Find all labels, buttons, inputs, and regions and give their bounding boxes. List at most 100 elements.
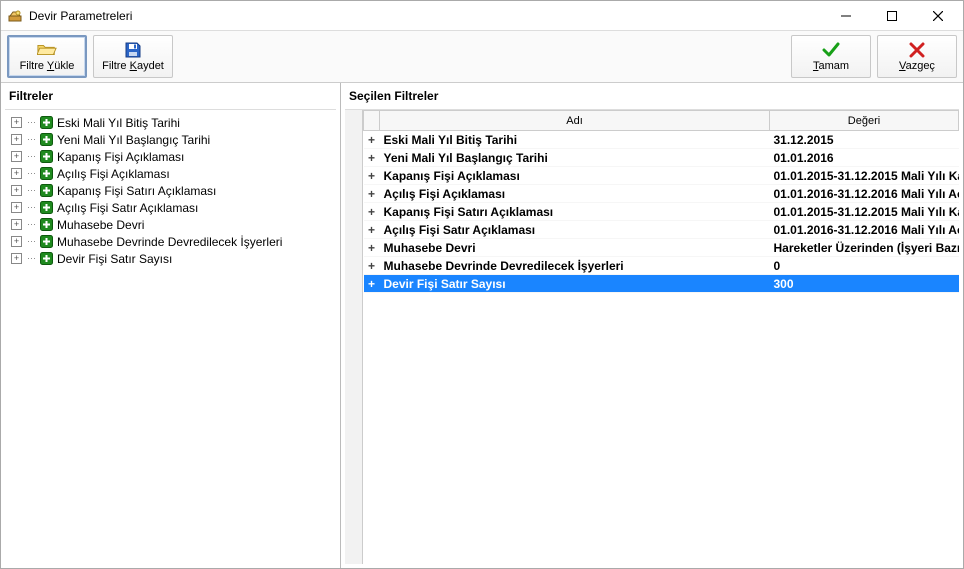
tree-expander-icon[interactable]: +: [11, 202, 22, 213]
grid-row[interactable]: +Açılış Fişi Satır Açıklaması01.01.2016-…: [364, 221, 959, 239]
filter-save-button[interactable]: Filtre Kaydet: [93, 35, 173, 78]
grid-row-expander[interactable]: +: [364, 203, 380, 221]
tree-dots-icon: ⋯: [26, 117, 36, 128]
grid-cell-name: Kapanış Fişi Açıklaması: [380, 167, 770, 185]
ok-button[interactable]: Tamam: [791, 35, 871, 78]
tree-dots-icon: ⋯: [26, 185, 36, 196]
grid-header-name[interactable]: Adı: [380, 111, 770, 131]
selected-filters-grid[interactable]: Adı Değeri +Eski Mali Yıl Bitiş Tarihi31…: [363, 110, 959, 564]
grid-cell-value: 01.01.2016-31.12.2016 Mali Yılı Açılış F…: [770, 185, 959, 203]
grid-cell-name: Muhasebe Devri: [380, 239, 770, 257]
filter-tree-item[interactable]: + ⋯ Muhasebe Devri: [9, 216, 332, 233]
floppy-save-icon: [123, 41, 143, 59]
filter-tree-label: Muhasebe Devri: [57, 218, 144, 232]
tree-expander-icon[interactable]: +: [11, 134, 22, 145]
tree-dots-icon: ⋯: [26, 219, 36, 230]
add-filter-icon[interactable]: [40, 218, 53, 231]
grid-row[interactable]: +Eski Mali Yıl Bitiş Tarihi31.12.2015: [364, 131, 959, 149]
filter-tree-item[interactable]: + ⋯ Muhasebe Devrinde Devredilecek İşyerle…: [9, 233, 332, 250]
grid-gutter: [345, 110, 363, 564]
grid-row-expander[interactable]: +: [364, 221, 380, 239]
grid-header-value[interactable]: Değeri: [770, 111, 959, 131]
filter-tree-item[interactable]: +⋯Eski Mali Yıl Bitiş Tarihi: [9, 114, 332, 131]
tree-expander-icon[interactable]: +: [11, 117, 22, 128]
grid-row[interactable]: +Devir Fişi Satır Sayısı300: [364, 275, 959, 293]
filter-tree-label: Muhasebe Devrinde Devredilecek İşyerleri: [57, 235, 282, 249]
app-icon: [7, 8, 23, 24]
tree-expander-icon[interactable]: +: [11, 219, 22, 230]
maximize-button[interactable]: [869, 1, 915, 31]
add-filter-icon[interactable]: [40, 235, 53, 248]
grid-row[interactable]: +Yeni Mali Yıl Başlangıç Tarihi01.01.201…: [364, 149, 959, 167]
ok-label: Tamam: [813, 61, 849, 72]
filter-tree-label: Yeni Mali Yıl Başlangıç Tarihi: [57, 133, 210, 147]
filter-load-label: Filtre Yükle: [20, 61, 75, 72]
grid-cell-value: 01.01.2015-31.12.2015 Mali Yılı Kapanış …: [770, 203, 959, 221]
grid-row-expander[interactable]: +: [364, 239, 380, 257]
tree-expander-icon[interactable]: +: [11, 151, 22, 162]
add-filter-icon[interactable]: [40, 150, 53, 163]
grid-cell-value: 300: [770, 275, 959, 293]
grid-row-expander[interactable]: +: [364, 167, 380, 185]
selected-filters-pane: Seçilen Filtreler Adı Değeri: [341, 83, 963, 568]
grid-row[interactable]: +Açılış Fişi Açıklaması01.01.2016-31.12.…: [364, 185, 959, 203]
add-filter-icon[interactable]: [40, 201, 53, 214]
filters-tree[interactable]: +⋯Eski Mali Yıl Bitiş Tarihi+⋯Yeni Mali …: [5, 109, 336, 564]
grid-row[interactable]: +Muhasebe DevriHareketler Üzerinden (İşy…: [364, 239, 959, 257]
cancel-button[interactable]: Vazgeç: [877, 35, 957, 78]
filter-save-label: Filtre Kaydet: [102, 61, 164, 72]
grid-cell-value: Hareketler Üzerinden (İşyeri Bazında): [770, 239, 959, 257]
tree-dots-icon: ⋯: [26, 134, 36, 145]
toolbar: Filtre Yükle Filtre Kaydet Tamam: [1, 31, 963, 83]
cancel-label: Vazgeç: [899, 61, 935, 72]
add-filter-icon[interactable]: [40, 252, 53, 265]
grid-row[interactable]: +Muhasebe Devrinde Devredilecek İşyerler…: [364, 257, 959, 275]
add-filter-icon[interactable]: [40, 184, 53, 197]
filter-tree-item[interactable]: +⋯Açılış Fişi Satır Açıklaması: [9, 199, 332, 216]
grid-row-expander[interactable]: +: [364, 185, 380, 203]
tree-dots-icon: ⋯: [26, 236, 36, 247]
add-filter-icon[interactable]: [40, 167, 53, 180]
filter-tree-item[interactable]: +⋯Devir Fişi Satır Sayısı: [9, 250, 332, 267]
grid-row[interactable]: +Kapanış Fişi Satırı Açıklaması01.01.201…: [364, 203, 959, 221]
tree-expander-icon[interactable]: +: [11, 185, 22, 196]
filter-load-button[interactable]: Filtre Yükle: [7, 35, 87, 78]
grid-cell-name: Yeni Mali Yıl Başlangıç Tarihi: [380, 149, 770, 167]
filter-tree-item[interactable]: +⋯Açılış Fişi Açıklaması: [9, 165, 332, 182]
filter-tree-item[interactable]: + ⋯ Kapanış Fişi Satırı Açıklaması: [9, 182, 332, 199]
tree-expander-icon[interactable]: +: [11, 236, 22, 247]
grid-cell-value: 01.01.2016: [770, 149, 959, 167]
check-icon: [821, 41, 841, 59]
filter-tree-label: Kapanış Fişi Açıklaması: [57, 150, 184, 164]
window-title: Devir Parametreleri: [29, 9, 823, 23]
grid-cell-value: 01.01.2015-31.12.2015 Mali Yılı Kapanış …: [770, 167, 959, 185]
grid-row[interactable]: +Kapanış Fişi Açıklaması01.01.2015-31.12…: [364, 167, 959, 185]
grid-cell-name: Muhasebe Devrinde Devredilecek İşyerleri: [380, 257, 770, 275]
grid-cell-name: Açılış Fişi Açıklaması: [380, 185, 770, 203]
main: Filtreler +⋯Eski Mali Yıl Bitiş Tarihi+⋯…: [1, 83, 963, 568]
grid-row-expander[interactable]: +: [364, 275, 380, 293]
filter-tree-label: Devir Fişi Satır Sayısı: [57, 252, 172, 266]
grid-cell-name: Devir Fişi Satır Sayısı: [380, 275, 770, 293]
folder-open-icon: [37, 41, 57, 59]
tree-dots-icon: ⋯: [26, 202, 36, 213]
grid-row-expander[interactable]: +: [364, 131, 380, 149]
filter-tree-label: Açılış Fişi Açıklaması: [57, 167, 170, 181]
grid-header-expander: [364, 111, 380, 131]
add-filter-icon[interactable]: [40, 116, 53, 129]
grid-cell-name: Eski Mali Yıl Bitiş Tarihi: [380, 131, 770, 149]
filter-tree-item[interactable]: +⋯Kapanış Fişi Açıklaması: [9, 148, 332, 165]
grid-cell-value: 31.12.2015: [770, 131, 959, 149]
tree-expander-icon[interactable]: +: [11, 168, 22, 179]
tree-expander-icon[interactable]: +: [11, 253, 22, 264]
filters-title: Filtreler: [1, 83, 340, 107]
minimize-button[interactable]: [823, 1, 869, 31]
close-button[interactable]: [915, 1, 961, 31]
grid-row-expander[interactable]: +: [364, 149, 380, 167]
filter-tree-label: Kapanış Fişi Satırı Açıklaması: [57, 184, 216, 198]
grid-cell-value: 0: [770, 257, 959, 275]
filter-tree-item[interactable]: + ⋯ Yeni Mali Yıl Başlangıç Tarihi: [9, 131, 332, 148]
grid-row-expander[interactable]: +: [364, 257, 380, 275]
add-filter-icon[interactable]: [40, 133, 53, 146]
selected-filters-title: Seçilen Filtreler: [341, 83, 963, 107]
